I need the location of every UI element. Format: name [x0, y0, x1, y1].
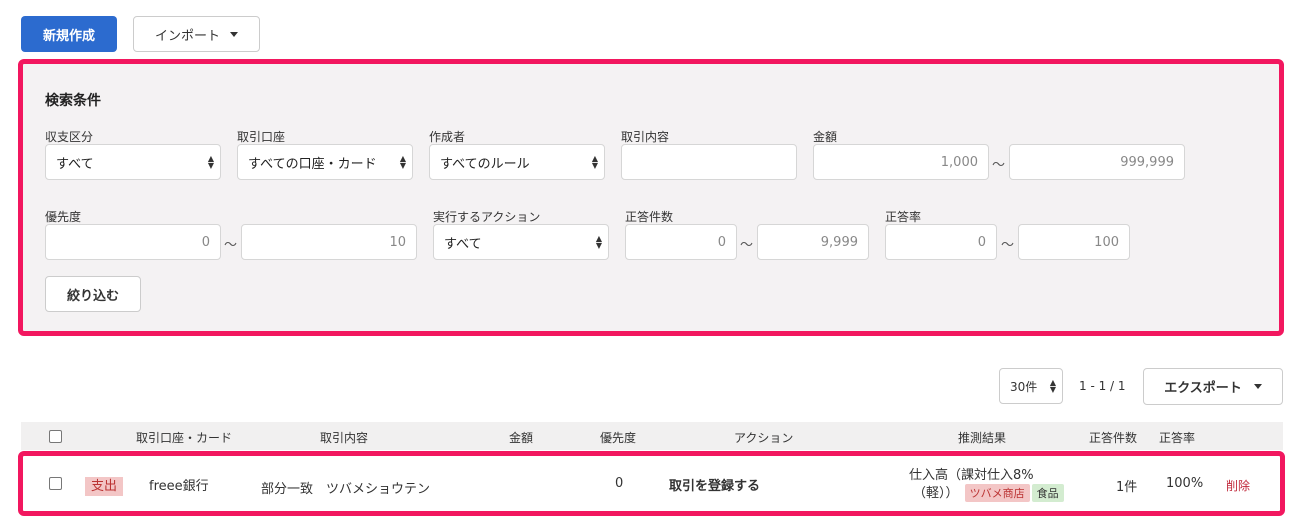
priority-min-input[interactable]: 0 — [45, 224, 221, 260]
caret-down-icon — [1253, 384, 1262, 389]
action-select[interactable]: すべて ▲ ▼ — [433, 224, 609, 260]
row-account: freee銀行 — [149, 479, 209, 494]
col-correct-rate: 正答率 — [1159, 431, 1196, 445]
caret-down-icon — [230, 31, 238, 37]
select-arrows-icon: ▲ ▼ — [399, 154, 406, 170]
correct-count-max-input[interactable]: 9,999 — [757, 224, 869, 260]
row-priority: 0 — [615, 476, 624, 491]
export-dropdown-button[interactable]: エクスポート — [1143, 368, 1283, 405]
amount-min-input[interactable]: 1,000 — [813, 144, 989, 180]
search-conditions-panel: 検索条件 収支区分 取引口座 作成者 取引内容 金額 すべて ▲ ▼ すべての口座… — [18, 59, 1284, 336]
account-select-value: すべての口座・カード — [248, 156, 377, 172]
amount-max-input[interactable]: 999,999 — [1009, 144, 1185, 180]
import-dropdown-button[interactable]: インポート — [133, 16, 260, 52]
new-button[interactable]: 新規作成 — [21, 16, 117, 52]
range-separator: ～ — [740, 238, 754, 253]
correct-count-label: 正答件数 — [625, 210, 674, 224]
item-tag: 食品 — [1031, 484, 1064, 502]
row-result-line2: （軽）） ツバメ商店 食品 — [913, 482, 1064, 502]
select-arrows-icon: ▲ ▼ — [207, 154, 214, 170]
row-result-line2-text: （軽）） — [913, 486, 959, 501]
account-select[interactable]: すべての口座・カード ▲ ▼ — [237, 144, 413, 180]
action-select-value: すべて — [444, 236, 482, 252]
import-label: インポート — [154, 28, 220, 44]
row-correct-count: 1件 — [1116, 480, 1138, 495]
amount-label: 金額 — [813, 130, 838, 144]
type-select[interactable]: すべて ▲ ▼ — [45, 144, 221, 180]
per-page-select[interactable]: 30件 ▲ ▼ — [999, 368, 1063, 404]
partner-tag: ツバメ商店 — [964, 484, 1030, 502]
type-select-value: すべて — [56, 156, 94, 172]
range-separator: ～ — [224, 238, 238, 253]
delete-link[interactable]: 削除 — [1226, 477, 1250, 494]
col-account: 取引口座・カード — [136, 431, 233, 445]
creator-select-value: すべてのルール — [440, 156, 530, 172]
select-arrows-icon: ▲ ▼ — [591, 154, 598, 170]
col-content: 取引内容 — [320, 431, 369, 445]
pagination-range: 1 - 1 / 1 — [1079, 379, 1126, 393]
row-correct-rate: 100% — [1166, 476, 1204, 491]
action-label: 実行するアクション — [433, 210, 541, 224]
col-priority: 優先度 — [600, 431, 637, 445]
search-panel-title: 検索条件 — [45, 93, 101, 109]
range-separator: ～ — [1001, 238, 1015, 253]
per-page-value: 30件 — [1010, 379, 1038, 394]
col-result: 推測結果 — [958, 431, 1007, 445]
range-separator: ～ — [992, 158, 1006, 173]
correct-rate-min-input[interactable]: 0 — [885, 224, 997, 260]
select-arrows-icon: ▲ ▼ — [1049, 378, 1056, 394]
col-action: アクション — [734, 431, 794, 445]
correct-rate-max-input[interactable]: 100 — [1018, 224, 1130, 260]
table-row[interactable]: 支出 freee銀行 部分一致 ツバメショウテン 0 取引を登録する 仕入高（課… — [18, 451, 1285, 516]
row-action: 取引を登録する — [669, 479, 761, 494]
correct-rate-label: 正答率 — [885, 210, 922, 224]
export-label: エクスポート — [1164, 381, 1242, 396]
type-badge: 支出 — [85, 477, 124, 496]
col-amount: 金額 — [509, 431, 534, 445]
content-label: 取引内容 — [621, 130, 670, 144]
correct-count-min-input[interactable]: 0 — [625, 224, 737, 260]
account-label: 取引口座 — [237, 130, 286, 144]
row-content: 部分一致 ツバメショウテン — [261, 482, 431, 497]
col-correct-count: 正答件数 — [1089, 431, 1138, 445]
creator-select[interactable]: すべてのルール ▲ ▼ — [429, 144, 605, 180]
table-header: 取引口座・カード 取引内容 金額 優先度 アクション 推測結果 正答件数 正答率 — [21, 422, 1283, 450]
select-arrows-icon: ▲ ▼ — [595, 234, 602, 250]
filter-button[interactable]: 絞り込む — [45, 276, 141, 312]
select-all-checkbox[interactable] — [49, 430, 62, 443]
content-input[interactable] — [621, 144, 797, 180]
priority-max-input[interactable]: 10 — [241, 224, 417, 260]
priority-label: 優先度 — [45, 210, 82, 224]
row-result-line1: 仕入高（課対仕入8% — [909, 468, 1034, 483]
creator-label: 作成者 — [429, 130, 466, 144]
row-checkbox[interactable] — [49, 477, 62, 490]
type-label: 収支区分 — [45, 130, 94, 144]
